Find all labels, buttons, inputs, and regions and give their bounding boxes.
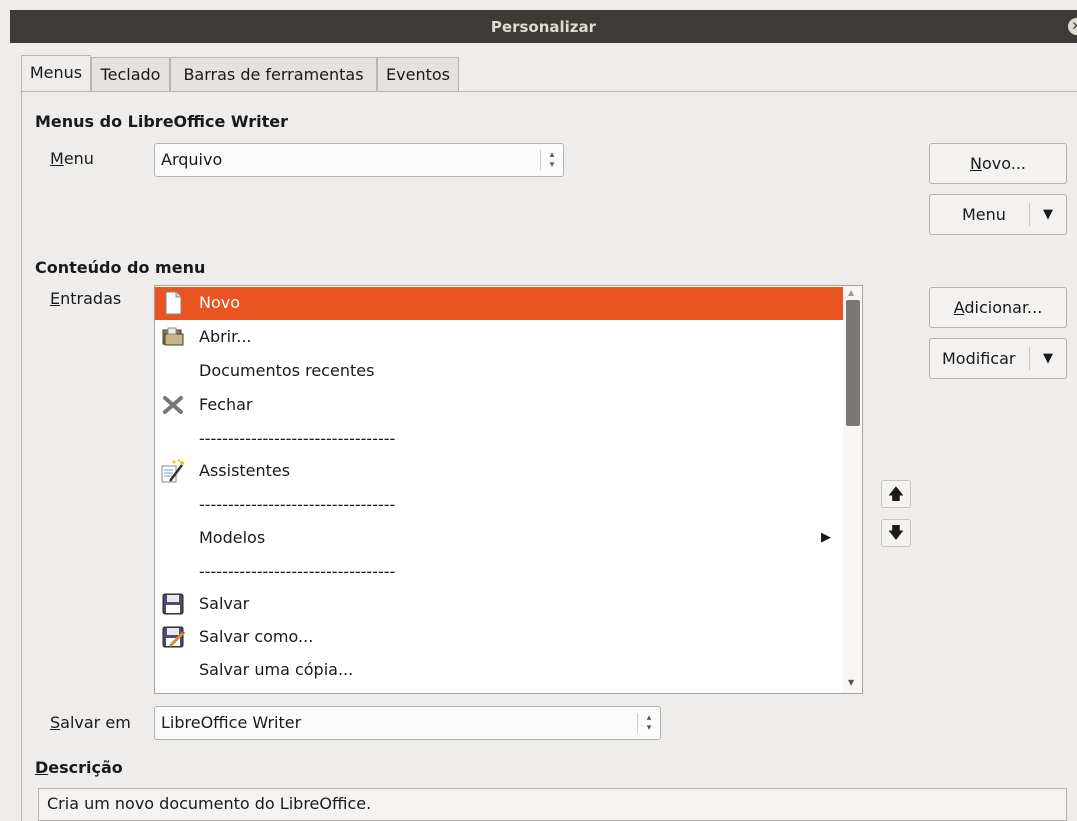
list-item[interactable]: Salvar uma cópia...: [155, 654, 843, 687]
tab-menus[interactable]: Menus: [21, 55, 91, 92]
separator-entry: ----------------------------------: [199, 562, 396, 581]
list-item[interactable]: Assistentes: [155, 455, 843, 488]
description-heading: Descrição: [35, 758, 123, 777]
list-item[interactable]: Fechar: [155, 389, 843, 422]
entries-list[interactable]: Novo Abrir... Documentos recentes Fechar…: [154, 285, 863, 694]
menu-label: Menu: [50, 149, 94, 168]
wizard-icon: [161, 459, 185, 483]
window-title: Personalizar: [490, 18, 597, 36]
move-up-button[interactable]: 🡅: [881, 480, 911, 508]
list-item-label: Novo: [199, 293, 241, 312]
arrow-down-icon: 🡇: [887, 523, 905, 542]
chevron-down-icon: ▼: [1043, 207, 1053, 222]
list-item-label: Documentos recentes: [199, 361, 375, 380]
menu-button-label: Menu: [962, 205, 1006, 224]
tab-barras-de-ferramentas[interactable]: Barras de ferramentas: [170, 57, 377, 91]
move-down-button[interactable]: 🡇: [881, 519, 911, 547]
list-item-label: Salvar uma cópia...: [199, 660, 354, 679]
arrow-up-icon: 🡅: [887, 484, 905, 503]
entries-label: Entradas: [50, 289, 122, 308]
novo-button[interactable]: Novo...: [929, 143, 1067, 184]
tab-eventos[interactable]: Eventos: [377, 57, 459, 91]
list-item-label: Fechar: [199, 395, 253, 414]
menu-select[interactable]: Arquivo ▴ ▾: [154, 143, 564, 177]
chevron-down-icon: ▼: [1043, 351, 1053, 366]
scroll-down-icon[interactable]: ▼: [848, 678, 854, 687]
save-in-select[interactable]: LibreOffice Writer ▴ ▾: [154, 706, 661, 740]
scroll-up-icon[interactable]: ▲: [848, 288, 854, 297]
scrollbar-thumb[interactable]: [846, 300, 860, 426]
list-item-label: Abrir...: [199, 327, 252, 346]
save-as-icon: [161, 625, 186, 649]
menus-section-heading: Menus do LibreOffice Writer: [35, 112, 289, 131]
list-item[interactable]: Modelos ▶: [155, 522, 843, 555]
list-item[interactable]: Abrir...: [155, 321, 843, 354]
spin-updown-icon: ▴ ▾: [540, 150, 563, 170]
close-x-icon: [161, 393, 185, 417]
modificar-dropdown-button[interactable]: Modificar ▼: [929, 338, 1067, 379]
tab-label: Menus: [29, 63, 83, 82]
tab-label: Teclado: [100, 65, 161, 84]
tab-teclado[interactable]: Teclado: [91, 57, 170, 91]
list-item-label: Assistentes: [199, 461, 291, 480]
modificar-button-label: Modificar: [942, 349, 1016, 368]
save-icon: [161, 592, 185, 616]
menu-select-value: Arquivo: [161, 150, 223, 169]
open-folder-icon: [161, 325, 185, 349]
list-item[interactable]: Documentos recentes: [155, 355, 843, 388]
list-item-label: Modelos: [199, 528, 266, 547]
new-document-icon: [161, 291, 185, 315]
list-item[interactable]: Novo: [155, 287, 843, 320]
description-text: Cria um novo documento do LibreOffice.: [38, 788, 1067, 821]
save-in-value: LibreOffice Writer: [161, 713, 302, 732]
save-in-label: Salvar em: [50, 713, 131, 732]
spin-updown-icon: ▴ ▾: [637, 713, 660, 733]
list-item-label: Salvar como...: [199, 627, 314, 646]
list-item[interactable]: Salvar como...: [155, 621, 843, 654]
menu-dropdown-button[interactable]: Menu ▼: [929, 194, 1067, 235]
adicionar-button[interactable]: Adicionar...: [929, 287, 1067, 328]
separator-entry: ----------------------------------: [199, 495, 396, 514]
content-section-heading: Conteúdo do menu: [35, 258, 206, 277]
list-item[interactable]: ----------------------------------: [155, 556, 843, 589]
submenu-arrow-icon: ▶: [821, 530, 831, 545]
list-item[interactable]: ----------------------------------: [155, 423, 843, 456]
list-item[interactable]: Salvar: [155, 588, 843, 621]
close-icon: ✕: [1071, 19, 1077, 33]
list-item-label: Salvar: [199, 594, 250, 613]
title-bar: Personalizar ✕: [10, 10, 1077, 43]
tab-label: Barras de ferramentas: [183, 65, 364, 84]
entries-scrollbar[interactable]: ▲ ▼: [843, 286, 862, 693]
tab-label: Eventos: [386, 65, 450, 84]
separator-entry: ----------------------------------: [199, 429, 396, 448]
list-item[interactable]: ----------------------------------: [155, 489, 843, 522]
